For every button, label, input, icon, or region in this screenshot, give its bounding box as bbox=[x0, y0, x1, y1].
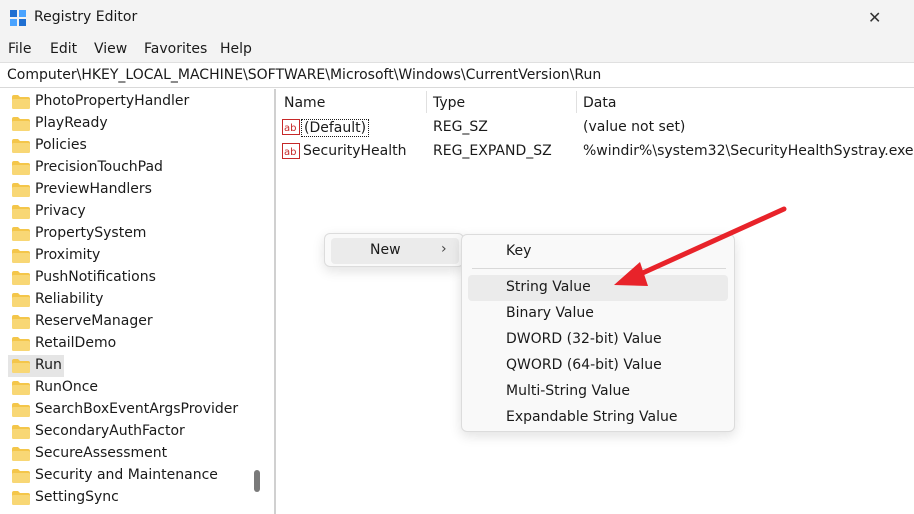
tree-item-label: Proximity bbox=[35, 247, 101, 263]
folder-icon bbox=[12, 403, 30, 417]
value-row[interactable]: ab SecurityHealth REG_EXPAND_SZ %windir%… bbox=[276, 140, 914, 164]
value-data: (value not set) bbox=[583, 119, 686, 135]
folder-icon bbox=[12, 183, 30, 197]
tree-item-label: Reliability bbox=[35, 291, 104, 307]
column-header-name[interactable]: Name bbox=[284, 95, 325, 111]
tree-item-label: SearchBoxEventArgsProvider bbox=[35, 401, 239, 417]
window-title: Registry Editor bbox=[34, 9, 138, 25]
folder-icon bbox=[12, 491, 30, 505]
folder-icon bbox=[12, 359, 30, 373]
folder-icon bbox=[12, 161, 30, 175]
folder-icon bbox=[12, 227, 30, 241]
submenu-item-multi-string-value[interactable]: Multi-String Value bbox=[468, 379, 728, 405]
svg-text:ab: ab bbox=[284, 123, 296, 134]
tree-item-label: Run bbox=[35, 357, 62, 373]
submenu-item-label: Expandable String Value bbox=[506, 409, 678, 425]
folder-icon bbox=[12, 315, 30, 329]
column-divider[interactable] bbox=[426, 91, 427, 113]
tree-item-label: PhotoPropertyHandler bbox=[35, 93, 190, 109]
submenu-item-qword-value[interactable]: QWORD (64-bit) Value bbox=[468, 353, 728, 379]
menu-help[interactable]: Help bbox=[220, 41, 252, 57]
submenu-item-string-value[interactable]: String Value bbox=[468, 275, 728, 301]
new-submenu: Key String Value Binary Value DWORD (32-… bbox=[461, 234, 735, 432]
value-type: REG_SZ bbox=[433, 119, 488, 135]
submenu-item-label: DWORD (32-bit) Value bbox=[506, 331, 662, 347]
menu-edit[interactable]: Edit bbox=[50, 41, 77, 57]
folder-icon bbox=[12, 381, 30, 395]
submenu-item-label: Multi-String Value bbox=[506, 383, 630, 399]
submenu-item-key[interactable]: Key bbox=[468, 239, 728, 265]
tree-scrollbar-thumb[interactable] bbox=[254, 470, 260, 492]
value-name: (Default) bbox=[301, 119, 370, 137]
chevron-right-icon: › bbox=[441, 241, 447, 257]
svg-text:ab: ab bbox=[284, 147, 296, 158]
submenu-item-label: Binary Value bbox=[506, 305, 594, 321]
submenu-item-label: String Value bbox=[506, 279, 591, 295]
registry-editor-icon bbox=[10, 10, 26, 26]
folder-icon bbox=[12, 249, 30, 263]
menu-item-new-label: New bbox=[370, 242, 401, 258]
tree-item-label: RunOnce bbox=[35, 379, 99, 395]
folder-icon bbox=[12, 337, 30, 351]
folder-icon bbox=[12, 95, 30, 109]
folder-icon bbox=[12, 205, 30, 219]
submenu-item-dword-value[interactable]: DWORD (32-bit) Value bbox=[468, 327, 728, 353]
menu-bar: File Edit View Favorites Help bbox=[0, 38, 914, 62]
tree-item-label: Privacy bbox=[35, 203, 86, 219]
tree-item[interactable]: Run bbox=[8, 355, 64, 377]
submenu-item-label: QWORD (64-bit) Value bbox=[506, 357, 662, 373]
tree-item-label: PropertySystem bbox=[35, 225, 147, 241]
tree-item-label: PushNotifications bbox=[35, 269, 156, 285]
address-path[interactable]: Computer\HKEY_LOCAL_MACHINE\SOFTWARE\Mic… bbox=[7, 67, 601, 83]
folder-icon bbox=[12, 425, 30, 439]
tree-item-label: SettingSync bbox=[35, 489, 119, 505]
column-header-data[interactable]: Data bbox=[583, 95, 616, 111]
value-data: %windir%\system32\SecurityHealthSystray.… bbox=[583, 143, 914, 159]
tree-item-label: PrecisionTouchPad bbox=[35, 159, 163, 175]
column-header-type[interactable]: Type bbox=[433, 95, 465, 111]
menu-separator bbox=[472, 268, 726, 269]
menu-favorites[interactable]: Favorites bbox=[144, 41, 207, 57]
tree-item-label: Security and Maintenance bbox=[35, 467, 218, 483]
tree-item-label: PlayReady bbox=[35, 115, 108, 131]
submenu-item-label: Key bbox=[506, 243, 532, 259]
folder-icon bbox=[12, 469, 30, 483]
folder-icon bbox=[12, 293, 30, 307]
address-bar[interactable]: Computer\HKEY_LOCAL_MACHINE\SOFTWARE\Mic… bbox=[0, 62, 914, 88]
submenu-item-expandable-string-value[interactable]: Expandable String Value bbox=[468, 405, 728, 431]
folder-icon bbox=[12, 447, 30, 461]
string-value-icon: ab bbox=[282, 119, 300, 135]
tree-item-label: Policies bbox=[35, 137, 87, 153]
tree-item-label: PreviewHandlers bbox=[35, 181, 152, 197]
column-divider[interactable] bbox=[576, 91, 577, 113]
folder-icon bbox=[12, 271, 30, 285]
tree-item-label: SecondaryAuthFactor bbox=[35, 423, 185, 439]
string-value-icon: ab bbox=[282, 143, 300, 159]
title-bar: Registry Editor ✕ bbox=[0, 0, 914, 38]
folder-icon bbox=[12, 139, 30, 153]
context-menu: New › bbox=[324, 233, 464, 267]
menu-file[interactable]: File bbox=[8, 41, 31, 57]
submenu-item-binary-value[interactable]: Binary Value bbox=[468, 301, 728, 327]
menu-item-new[interactable]: New › bbox=[331, 238, 459, 264]
value-type: REG_EXPAND_SZ bbox=[433, 143, 552, 159]
key-tree[interactable]: PhotoPropertyHandler PlayReady Policies Pre… bbox=[0, 89, 270, 514]
menu-view[interactable]: View bbox=[94, 41, 127, 57]
tree-item-label: RetailDemo bbox=[35, 335, 117, 351]
close-icon[interactable]: ✕ bbox=[868, 8, 881, 27]
value-name: SecurityHealth bbox=[303, 143, 407, 159]
value-row[interactable]: ab (Default) REG_SZ (value not set) bbox=[276, 116, 914, 140]
folder-icon bbox=[12, 117, 30, 131]
tree-item-label: SecureAssessment bbox=[35, 445, 168, 461]
tree-item-label: ReserveManager bbox=[35, 313, 153, 329]
